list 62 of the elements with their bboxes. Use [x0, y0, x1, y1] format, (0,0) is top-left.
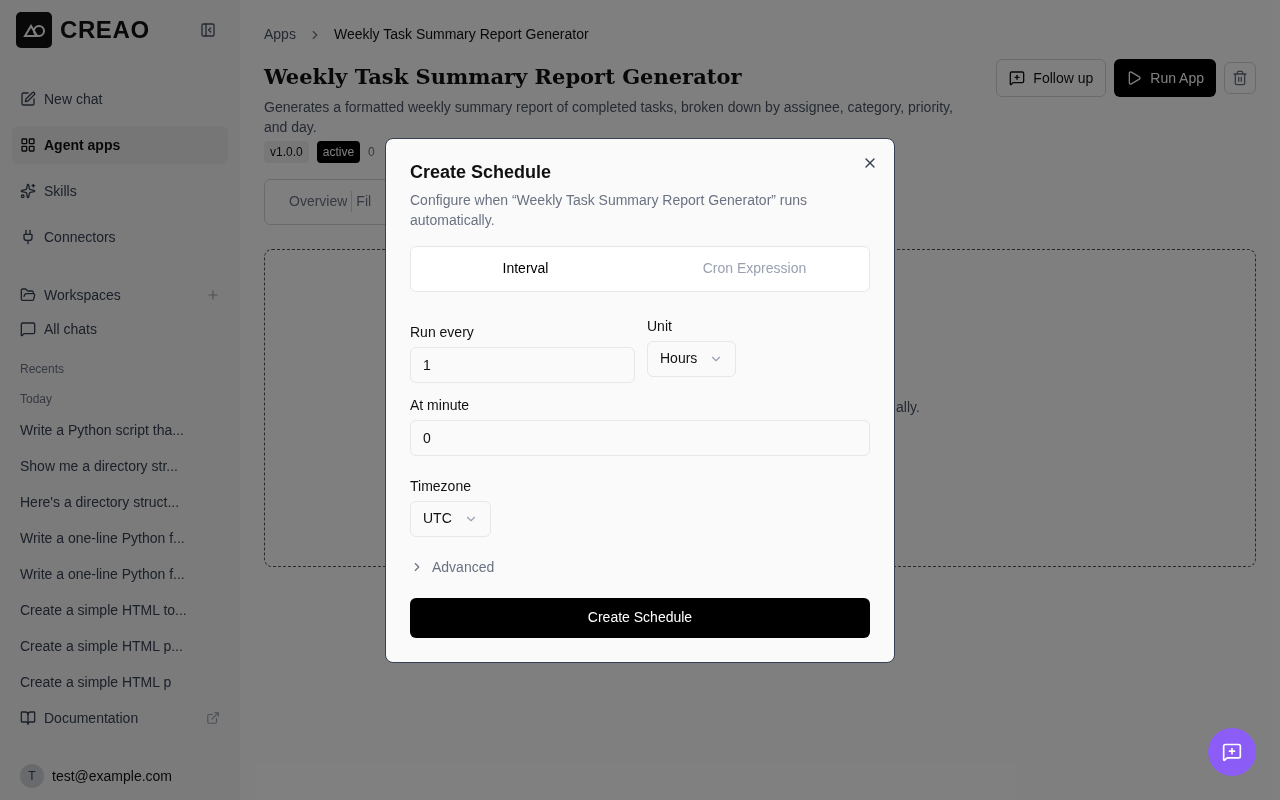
- minute-field[interactable]: 0: [410, 419, 870, 456]
- nav-item[interactable]: New chat: [12, 80, 228, 118]
- dialog-description: Configure when “Weekly Task Summary Report Generator” runs automatically.: [410, 190, 809, 230]
- delete-button[interactable]: [1224, 62, 1256, 94]
- recent-chat[interactable]: Create a simple HTML p: [12, 664, 228, 700]
- recent-chat[interactable]: Write a Python script tha...: [12, 412, 228, 448]
- mode-tab[interactable]: Cron Expression: [640, 246, 869, 291]
- recent-chat[interactable]: Write a one-line Python f...: [12, 556, 228, 592]
- workspaces-item[interactable]: Workspaces: [20, 284, 121, 306]
- advanced-toggle[interactable]: Advanced: [410, 556, 495, 578]
- trash-icon: [1232, 70, 1248, 86]
- run-every-field[interactable]: 1: [410, 346, 635, 383]
- edit-icon: [20, 91, 36, 107]
- unit-select[interactable]: Hours: [647, 340, 737, 377]
- status-badge: active: [316, 140, 361, 163]
- logo-text: CREAO: [60, 15, 150, 45]
- section-label: Today: [19, 391, 54, 408]
- chat-button[interactable]: [1208, 728, 1256, 776]
- grid-icon: [20, 137, 36, 153]
- nav-item[interactable]: Skills: [12, 172, 228, 210]
- recent-chat[interactable]: Show me a directory str...: [12, 448, 228, 484]
- recent-chat[interactable]: Create a simple HTML p...: [12, 628, 228, 664]
- nav-item[interactable]: Agent apps: [12, 126, 228, 164]
- section-label: Recents: [19, 361, 66, 378]
- recent-chat[interactable]: Here's a directory struct...: [12, 484, 228, 520]
- external-link-icon: [206, 711, 220, 725]
- sidebar-toggle-icon[interactable]: [200, 22, 216, 38]
- all-chats-item[interactable]: All chats: [12, 314, 228, 344]
- recent-chat[interactable]: Write a one-line Python f...: [12, 520, 228, 556]
- user-email[interactable]: test@example.com: [52, 765, 173, 787]
- plug-icon: [20, 229, 36, 245]
- version-badge: v1.0.0: [264, 140, 309, 163]
- breadcrumb-current: Weekly Task Summary Report Generator: [333, 25, 589, 44]
- field-label: Unit: [647, 316, 673, 336]
- field-label: Run every: [410, 322, 475, 342]
- follow-up-button[interactable]: Follow up: [996, 59, 1107, 97]
- field-label: Timezone: [410, 476, 472, 496]
- tab[interactable]: Fil: [351, 191, 372, 212]
- count-text: 0: [368, 143, 375, 161]
- chat-icon: [20, 321, 36, 337]
- documentation-link[interactable]: Documentation: [20, 707, 139, 729]
- app-title: Weekly Task Summary Report Generator: [264, 63, 743, 91]
- chat-plus-icon: [1009, 70, 1026, 86]
- tab[interactable]: Overview: [289, 191, 348, 212]
- sparkles-icon: [20, 183, 36, 199]
- chat-plus-icon: [1222, 742, 1242, 762]
- empty-state-text: ally.: [896, 398, 920, 417]
- create-schedule-button[interactable]: Create Schedule: [410, 597, 870, 638]
- recent-chat[interactable]: Create a simple HTML to...: [12, 592, 228, 628]
- folder-icon: [20, 287, 36, 303]
- book-icon: [20, 710, 36, 726]
- dialog-title: Create Schedule: [410, 160, 553, 184]
- run-app-button[interactable]: Run App: [1114, 59, 1216, 97]
- play-icon: [1126, 70, 1143, 86]
- field-label: At minute: [410, 395, 471, 415]
- timezone-select[interactable]: UTC: [410, 500, 491, 537]
- mode-tab[interactable]: Interval: [411, 246, 640, 291]
- user-avatar: T: [20, 764, 44, 788]
- logo-icon: [16, 12, 52, 48]
- nav-item[interactable]: Connectors: [12, 218, 228, 256]
- app-description: Generates a formatted weekly summary report of completed tasks, broken down by assignee, category, priority, and day.: [264, 97, 954, 137]
- breadcrumb-link[interactable]: Apps: [264, 24, 296, 45]
